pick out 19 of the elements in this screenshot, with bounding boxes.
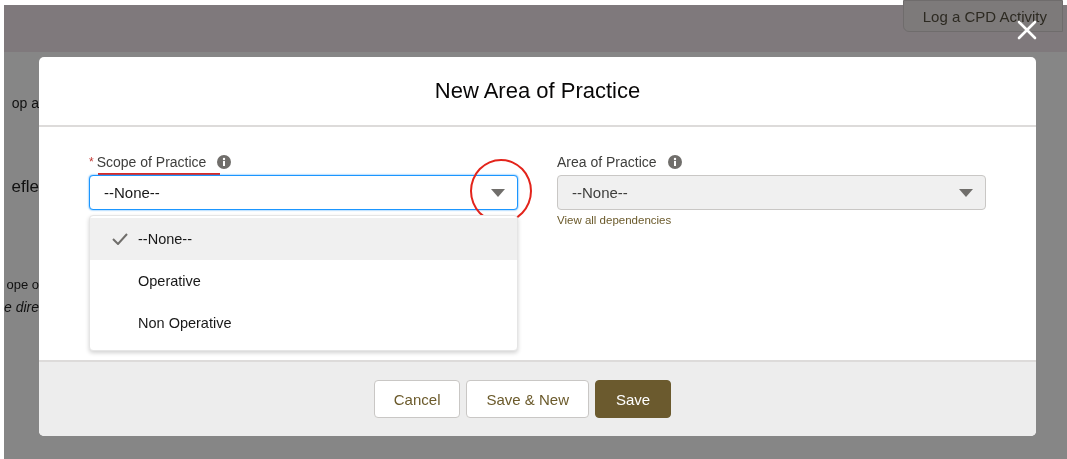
field-label: Area of Practice — [557, 154, 657, 170]
info-icon[interactable] — [217, 155, 232, 169]
caret-icon — [491, 188, 505, 197]
caret-icon — [959, 188, 973, 197]
background-text: op a — [11, 94, 39, 112]
dropdown-option[interactable]: --None-- — [90, 218, 517, 260]
footer-button[interactable]: Save & New — [466, 380, 589, 418]
modal-title: New Area of Practice — [434, 78, 641, 104]
select-field[interactable]: --None-- — [89, 175, 518, 210]
required-marker: * — [89, 155, 94, 169]
background-text: e dire — [4, 298, 39, 316]
dropdown-option[interactable]: Operative — [90, 260, 517, 302]
save-button[interactable]: Save — [595, 380, 672, 418]
background-text: efle — [11, 178, 39, 196]
dropdown-option[interactable]: Non Operative — [90, 302, 517, 344]
background-text: ope o — [6, 276, 39, 294]
footer-button[interactable]: Cancel — [373, 380, 461, 418]
field-label: Scope of Practice — [96, 154, 207, 170]
check-icon — [112, 233, 128, 245]
